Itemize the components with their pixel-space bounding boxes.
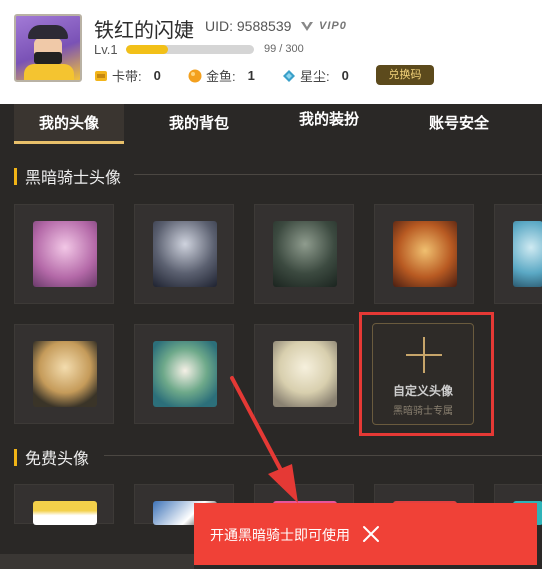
scrollbar-track[interactable]: [0, 554, 194, 569]
close-icon[interactable]: [362, 525, 380, 543]
toast-message: 开通黑暗骑士即可使用: [210, 527, 350, 543]
annotation-arrow: [230, 376, 298, 503]
toast-notification: 开通黑暗骑士即可使用: [194, 503, 537, 565]
